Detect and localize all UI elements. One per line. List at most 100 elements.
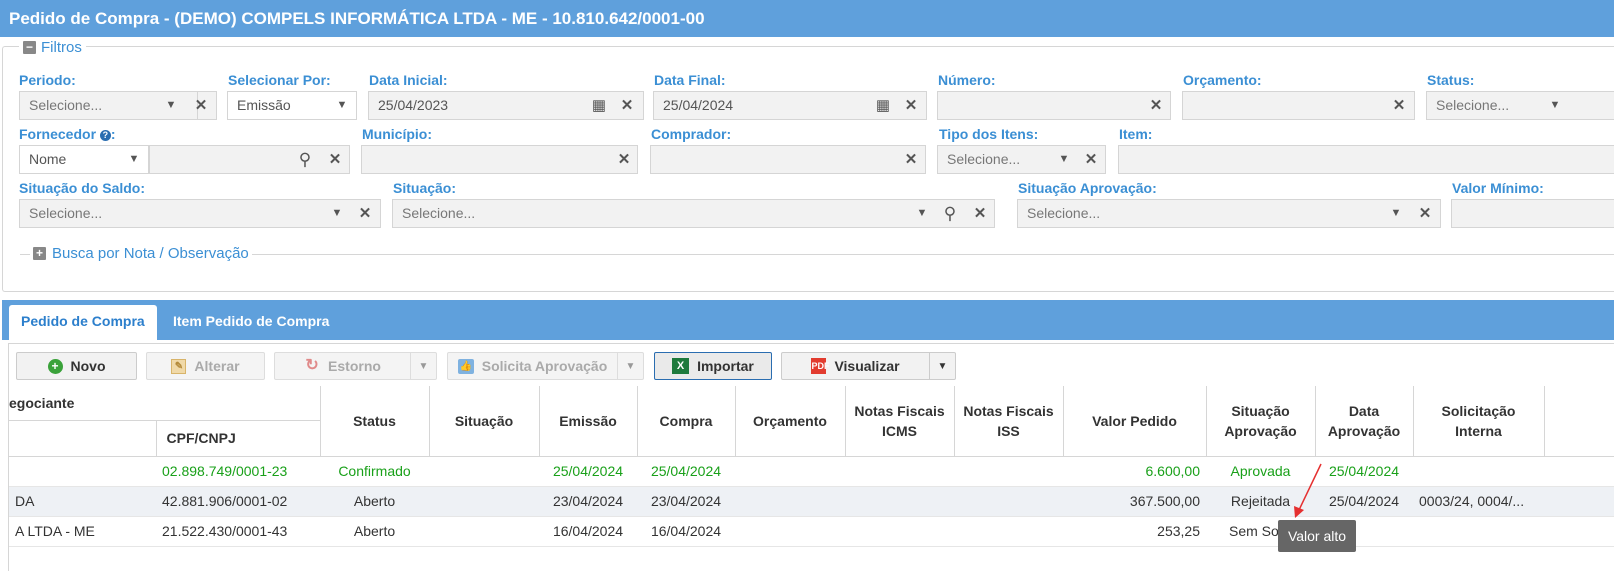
numero-label: Número: (938, 72, 996, 88)
valor-minimo-input[interactable] (1451, 199, 1614, 228)
col-data-aprovacao[interactable]: Data Aprovação (1315, 386, 1414, 457)
filters-legend[interactable]: − Filtros (19, 39, 86, 56)
status-select[interactable]: Selecione... ▼ (1426, 91, 1614, 120)
cell-nf-icms (845, 516, 954, 547)
fornecedor-type-value: Nome (29, 151, 67, 167)
importar-button[interactable]: X Importar (654, 352, 772, 380)
col-compra[interactable]: Compra (637, 386, 736, 457)
tab-pedido-compra[interactable]: Pedido de Compra (9, 305, 157, 340)
table-row[interactable]: 02.898.749/0001-23 Confirmado 25/04/2024… (9, 456, 1614, 487)
data-inicial-value: 25/04/2023 (378, 97, 449, 113)
situacao-select[interactable]: Selecione... ▼ ⚲ ✕ (392, 199, 995, 228)
collapse-icon[interactable]: − (23, 41, 36, 54)
estorno-button[interactable]: ↻ Estorno ▼ (274, 352, 437, 380)
chevron-down-icon[interactable]: ▼ (929, 353, 955, 379)
table-row[interactable]: DA 42.881.906/0001-02 Aberto 23/04/2024 … (9, 486, 1614, 517)
periodo-placeholder: Selecione... (29, 97, 103, 113)
cell-cnpj: 42.881.906/0001-02 (156, 486, 320, 517)
situacao-aprovacao-select[interactable]: Selecione... ▼ ✕ (1017, 199, 1441, 228)
numero-input[interactable]: ✕ (937, 91, 1171, 120)
orcamento-input[interactable]: ✕ (1182, 91, 1415, 120)
tab-item-pedido-compra[interactable]: Item Pedido de Compra (161, 305, 341, 340)
chevron-down-icon[interactable]: ▼ (914, 200, 930, 227)
situacao-placeholder: Selecione... (402, 205, 476, 221)
cell-orcamento (735, 516, 845, 547)
col-situacao[interactable]: Situação (429, 386, 540, 457)
data-final-label: Data Final: (654, 72, 726, 88)
search-icon[interactable]: ⚲ (940, 200, 960, 227)
col-data-aprov-line2: Aprovação (1327, 422, 1401, 439)
col-cpf-cnpj[interactable]: CPF/CNPJ (156, 420, 321, 457)
chevron-down-icon[interactable]: ▼ (410, 353, 436, 379)
fornecedor-type-select[interactable]: Nome ▼ (19, 145, 149, 174)
municipio-input[interactable]: ✕ (361, 145, 638, 174)
cell-orcamento (735, 486, 845, 517)
cell-emissao: 25/04/2024 (539, 456, 637, 487)
data-final-input[interactable]: 25/04/2024 ▦ ✕ (653, 91, 927, 120)
clear-icon[interactable]: ✕ (902, 146, 920, 173)
alterar-button[interactable]: ✎ Alterar (146, 352, 265, 380)
col-emissao[interactable]: Emissão (539, 386, 638, 457)
solicita-aprovacao-label: Solicita Aprovação (481, 358, 608, 374)
col-nf-iss[interactable]: Notas Fiscais ISS (954, 386, 1064, 457)
col-orcamento[interactable]: Orçamento (735, 386, 846, 457)
clear-icon[interactable]: ✕ (192, 92, 210, 119)
comprador-input[interactable]: ✕ (650, 145, 926, 174)
clear-icon[interactable]: ✕ (1390, 92, 1408, 119)
col-nf-icms-line2: ICMS (882, 422, 917, 439)
chevron-down-icon[interactable]: ▼ (1388, 200, 1404, 227)
cell-nf-icms (845, 486, 954, 517)
calendar-icon[interactable]: ▦ (873, 92, 893, 119)
col-nf-iss-line1: Notas Fiscais (963, 402, 1054, 419)
situacao-saldo-select[interactable]: Selecione... ▼ ✕ (19, 199, 381, 228)
tipo-itens-select[interactable]: Selecione... ▼ ✕ (937, 145, 1106, 174)
busca-nota-toggle[interactable]: + Busca por Nota / Observação (30, 245, 252, 262)
chevron-down-icon[interactable]: ▼ (329, 200, 345, 227)
col-solicitacao-interna[interactable]: Solicitação Interna (1413, 386, 1545, 457)
clear-icon[interactable]: ✕ (618, 92, 636, 119)
col-valor-pedido[interactable]: Valor Pedido (1063, 386, 1207, 457)
calendar-icon[interactable]: ▦ (589, 92, 609, 119)
chevron-down-icon[interactable]: ▼ (1056, 146, 1072, 173)
chevron-down-icon[interactable]: ▼ (126, 146, 142, 173)
clear-icon[interactable]: ✕ (1416, 200, 1434, 227)
data-inicial-input[interactable]: 25/04/2023 ▦ ✕ (368, 91, 644, 120)
estorno-label: Estorno (328, 358, 381, 374)
col-nf-icms[interactable]: Notas Fiscais ICMS (845, 386, 955, 457)
expand-icon[interactable]: + (33, 247, 46, 260)
col-status[interactable]: Status (320, 386, 430, 457)
clear-icon[interactable]: ✕ (902, 92, 920, 119)
cell-status: Confirmado (320, 456, 429, 487)
solicita-aprovacao-button[interactable]: 👍 Solicita Aprovação ▼ (447, 352, 644, 380)
col-situacao-aprovacao[interactable]: Situação Aprovação (1206, 386, 1316, 457)
orcamento-label: Orçamento: (1183, 72, 1262, 88)
fornecedor-input[interactable]: ⚲ ✕ (149, 145, 350, 174)
excel-icon: X (672, 358, 690, 374)
item-input[interactable] (1118, 145, 1614, 174)
cell-nome: DA (9, 486, 156, 517)
clear-icon[interactable]: ✕ (356, 200, 374, 227)
clear-icon[interactable]: ✕ (615, 146, 633, 173)
visualizar-button[interactable]: PDF Visualizar ▼ (781, 352, 956, 380)
chevron-down-icon[interactable]: ▼ (334, 92, 350, 119)
selecionar-por-select[interactable]: Emissão ▼ (227, 91, 357, 120)
table-row[interactable]: A LTDA - ME 21.522.430/0001-43 Aberto 16… (9, 516, 1614, 547)
clear-icon[interactable]: ✕ (326, 146, 344, 173)
cell-compra: 25/04/2024 (637, 456, 735, 487)
chevron-down-icon[interactable]: ▼ (163, 92, 179, 119)
chevron-down-icon[interactable]: ▼ (1547, 92, 1563, 119)
clear-icon[interactable]: ✕ (1147, 92, 1165, 119)
search-icon[interactable]: ⚲ (295, 146, 315, 173)
tipo-itens-placeholder: Selecione... (947, 151, 1021, 167)
situacao-saldo-placeholder: Selecione... (29, 205, 103, 221)
clear-icon[interactable]: ✕ (1082, 146, 1100, 173)
clear-icon[interactable]: ✕ (971, 200, 989, 227)
cell-nome (9, 456, 156, 487)
cell-extra (1544, 456, 1614, 487)
status-placeholder: Selecione... (1436, 97, 1510, 113)
col-nome[interactable] (9, 420, 157, 457)
novo-button[interactable]: + Novo (16, 352, 137, 380)
help-icon[interactable]: ? (99, 130, 111, 141)
periodo-select[interactable]: Selecione... ▼ ✕ (19, 91, 217, 120)
chevron-down-icon[interactable]: ▼ (617, 353, 643, 379)
